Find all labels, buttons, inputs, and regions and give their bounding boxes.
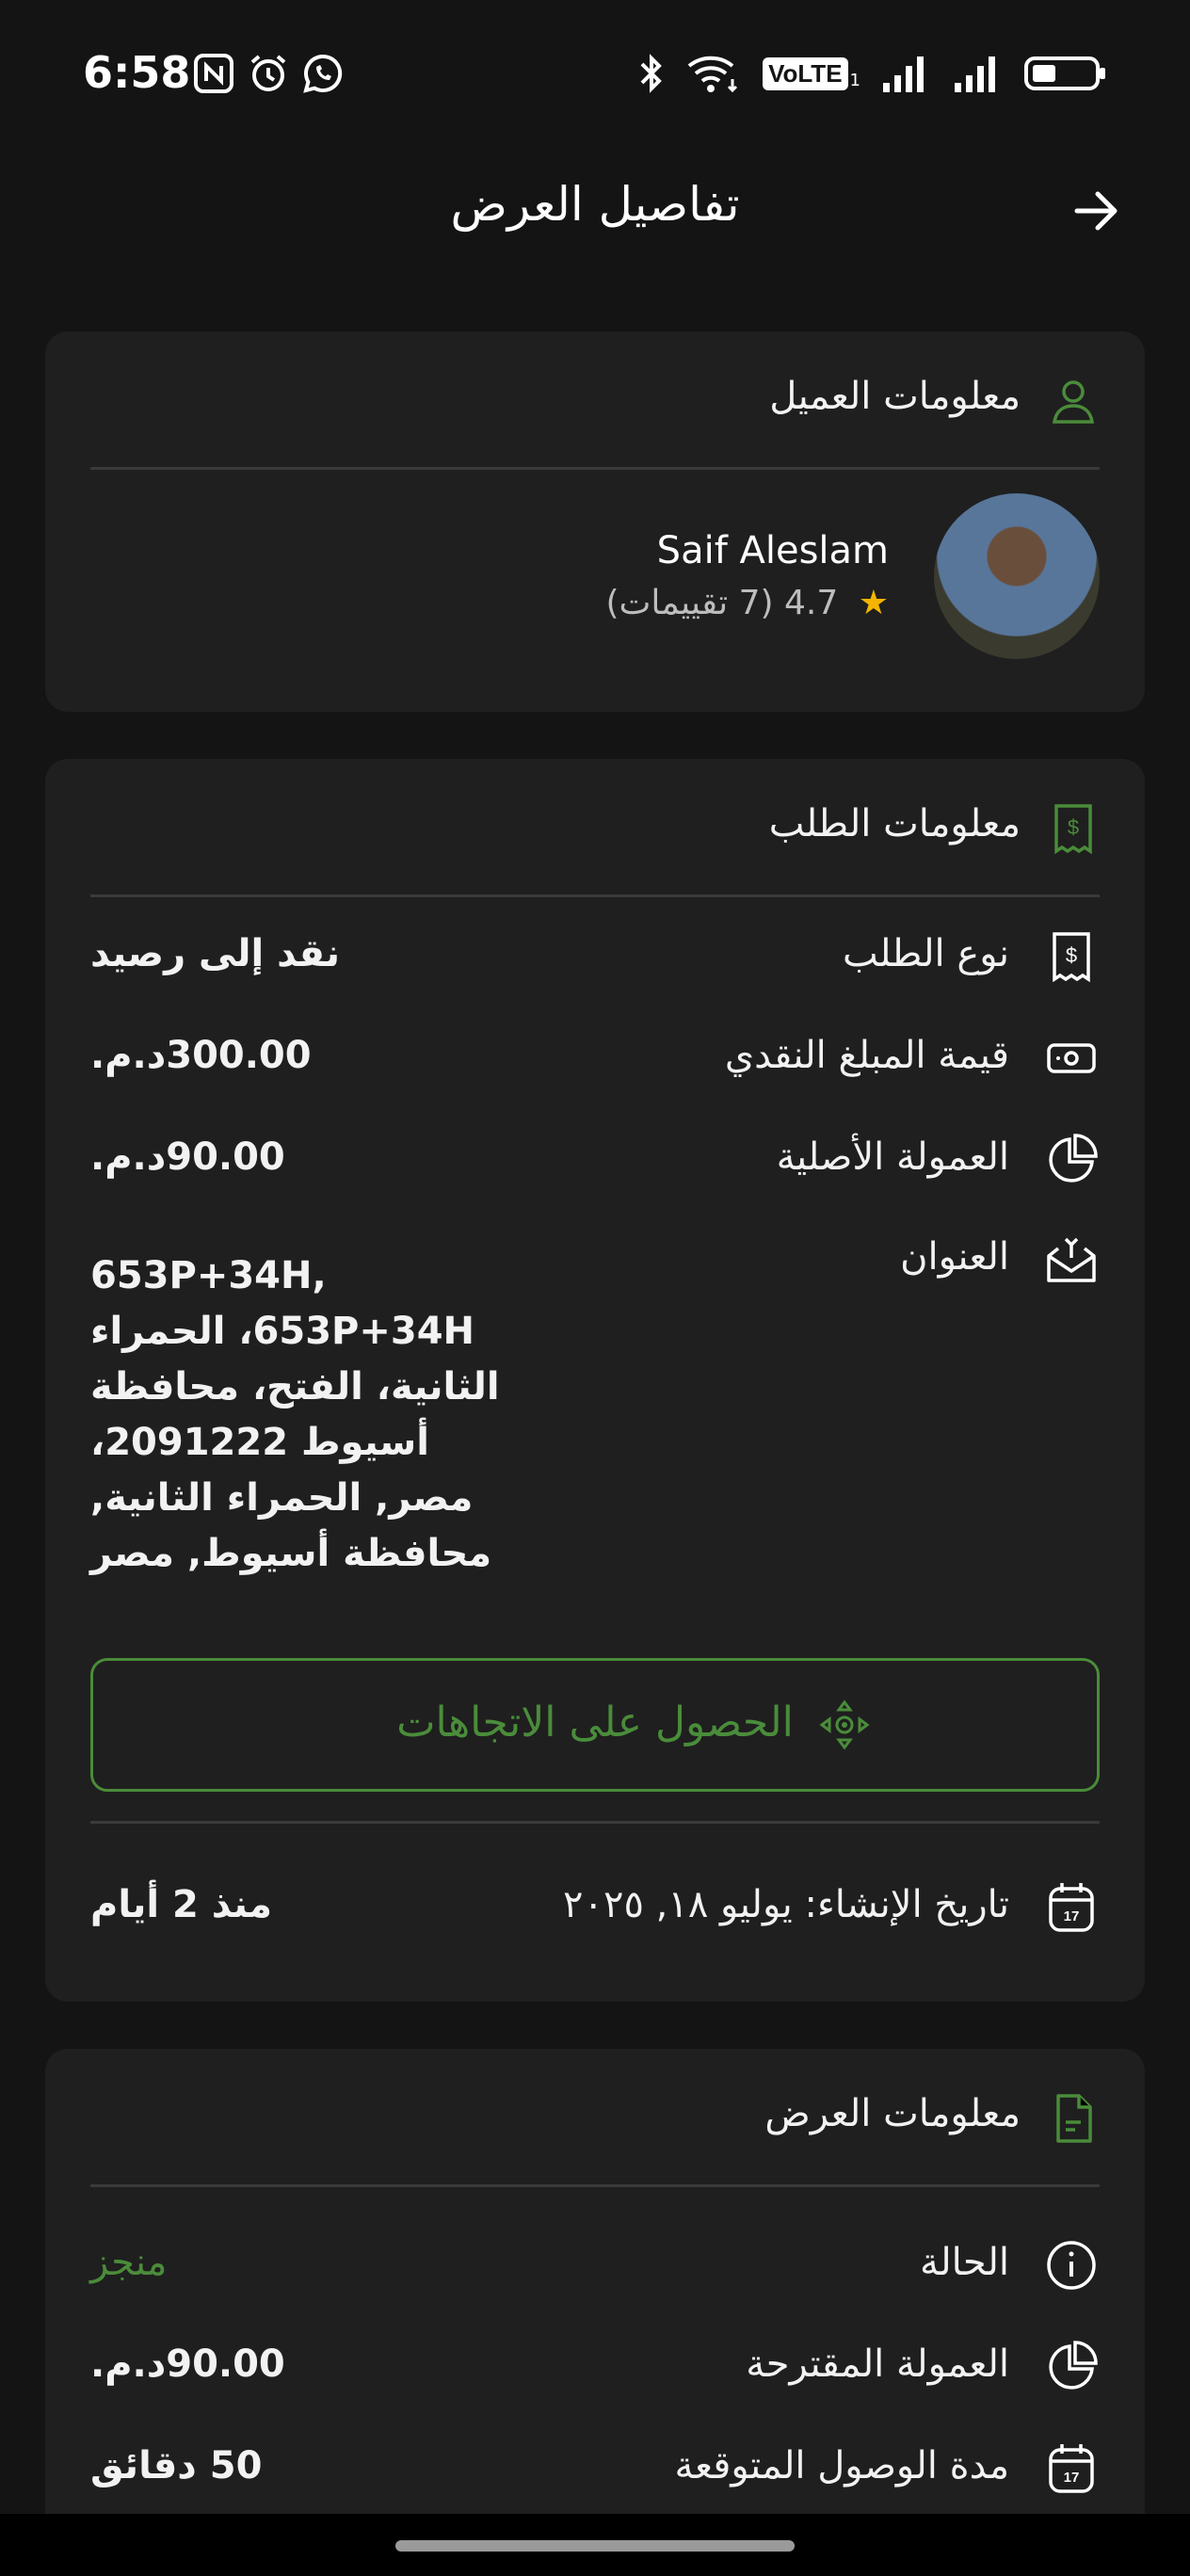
created-date-row: 17 تاريخ الإنشاء: يوليو ١٨, ٢٠٢٥ منذ 2 أ… (90, 1870, 1100, 1945)
pie-chart-icon (1049, 1134, 1098, 1183)
bluetooth-icon (640, 54, 662, 93)
client-info-card: معلومات العميل Saif Aleslam ★ 4.7 (7 تقي… (45, 331, 1145, 712)
original-commission-row: العمولة الأصلية 90.00د.م. (90, 1122, 1100, 1198)
original-commission-value: 90.00د.م. (90, 1135, 285, 1179)
calendar-icon: 17 (1049, 1883, 1094, 1932)
offer-info-header: معلومات العرض (90, 2049, 1100, 2187)
order-type-row: $ نوع الطلب نقد إلى رصيد (90, 919, 1100, 994)
wifi-icon (687, 56, 738, 93)
volte-label: VoLTE (763, 56, 848, 90)
eta-label: مدة الوصول المتوقعة (674, 2444, 1010, 2487)
page-title: تفاصيل العرض (450, 177, 740, 232)
system-nav-bar (0, 2514, 1190, 2576)
rating-value: 4.7 (784, 584, 839, 622)
proposed-commission-row: العمولة المقترحة 90.00د.م. (90, 2329, 1100, 2405)
top-app-bar: تفاصيل العرض (0, 151, 1190, 264)
created-ago-value: منذ 2 أيام (90, 1883, 272, 1926)
status-label: الحالة (920, 2241, 1009, 2284)
signal-icon (883, 56, 924, 92)
address-label: العنوان (900, 1235, 1009, 1279)
pie-chart-icon (1049, 2341, 1098, 2390)
signal-icon (955, 56, 995, 92)
order-info-card: $ معلومات الطلب $ نوع الطلب نقد إلى رصيد… (45, 759, 1145, 2002)
volte-icon: VoLTE 1 (763, 56, 860, 90)
arrow-right-icon[interactable] (1069, 185, 1122, 237)
mailbox-icon (1047, 1237, 1096, 1282)
star-icon: ★ (858, 584, 889, 622)
eta-row: 17 مدة الوصول المتوقعة 50 دقائق (90, 2431, 1100, 2506)
info-icon (1047, 2241, 1096, 2290)
offer-info-card: معلومات العرض الحالة منجز العمولة المقتر… (45, 2049, 1145, 2576)
order-type-value: نقد إلى رصيد (90, 932, 341, 975)
sim-label: 1 (849, 70, 860, 90)
get-directions-button[interactable]: الحصول على الاتجاهات (90, 1658, 1100, 1792)
svg-text:$: $ (1068, 815, 1079, 839)
original-commission-label: العمولة الأصلية (776, 1135, 1009, 1179)
cash-amount-label: قيمة المبلغ النقدي (724, 1034, 1009, 1077)
receipt-icon: $ (1054, 804, 1092, 855)
status-value: منجز (90, 2241, 168, 2284)
created-date-label: تاريخ الإنشاء: يوليو ١٨, ٢٠٢٥ (562, 1883, 1009, 1926)
get-directions-label: الحصول على الاتجاهات (396, 1699, 794, 1747)
address-value: 653P+34H, 653P+34H، الحمراء الثانية، الف… (90, 1254, 500, 1575)
avatar[interactable] (934, 493, 1100, 659)
cash-amount-value: 300.00د.م. (90, 1034, 312, 1077)
home-gesture-handle[interactable] (395, 2540, 795, 2552)
svg-text:17: 17 (1064, 1908, 1080, 1924)
status-left-icons (193, 53, 344, 94)
proposed-commission-label: العمولة المقترحة (746, 2343, 1009, 2386)
client-rating: ★ 4.7 (7 تقييمات) (605, 584, 889, 622)
document-icon (1056, 2094, 1092, 2143)
client-info-header: معلومات العميل (90, 331, 1100, 470)
receipt-icon: $ (1053, 932, 1090, 983)
alarm-icon (250, 55, 286, 91)
offer-info-title: معلومات العرض (764, 2092, 1021, 2135)
status-row: الحالة منجز (90, 2228, 1100, 2303)
cash-amount-row: قيمة المبلغ النقدي 300.00د.م. (90, 1021, 1100, 1096)
divider (90, 1821, 1100, 1824)
rating-count: (7 تقييمات) (605, 584, 774, 622)
svg-text:17: 17 (1064, 2470, 1080, 2486)
client-info-title: معلومات العميل (769, 375, 1021, 418)
order-type-label: نوع الطلب (842, 932, 1009, 975)
user-icon (1052, 380, 1095, 424)
svg-text:$: $ (1066, 943, 1077, 967)
eta-value: 50 دقائق (90, 2444, 263, 2487)
proposed-commission-value: 90.00د.م. (90, 2343, 285, 2386)
battery-icon (1024, 56, 1105, 90)
whatsapp-icon (303, 54, 343, 93)
status-bar: 6:58 VoLTE 1 (0, 0, 1190, 151)
order-info-header: $ معلومات الطلب (90, 759, 1100, 897)
cash-icon (1047, 1043, 1096, 1073)
calendar-icon: 17 (1049, 2444, 1094, 2493)
client-name: Saif Aleslam (656, 529, 889, 572)
status-time: 6:58 (83, 47, 191, 98)
nfc-icon (194, 54, 233, 93)
order-info-title: معلومات الطلب (768, 802, 1021, 845)
status-right-icons: VoLTE 1 (638, 53, 1107, 94)
